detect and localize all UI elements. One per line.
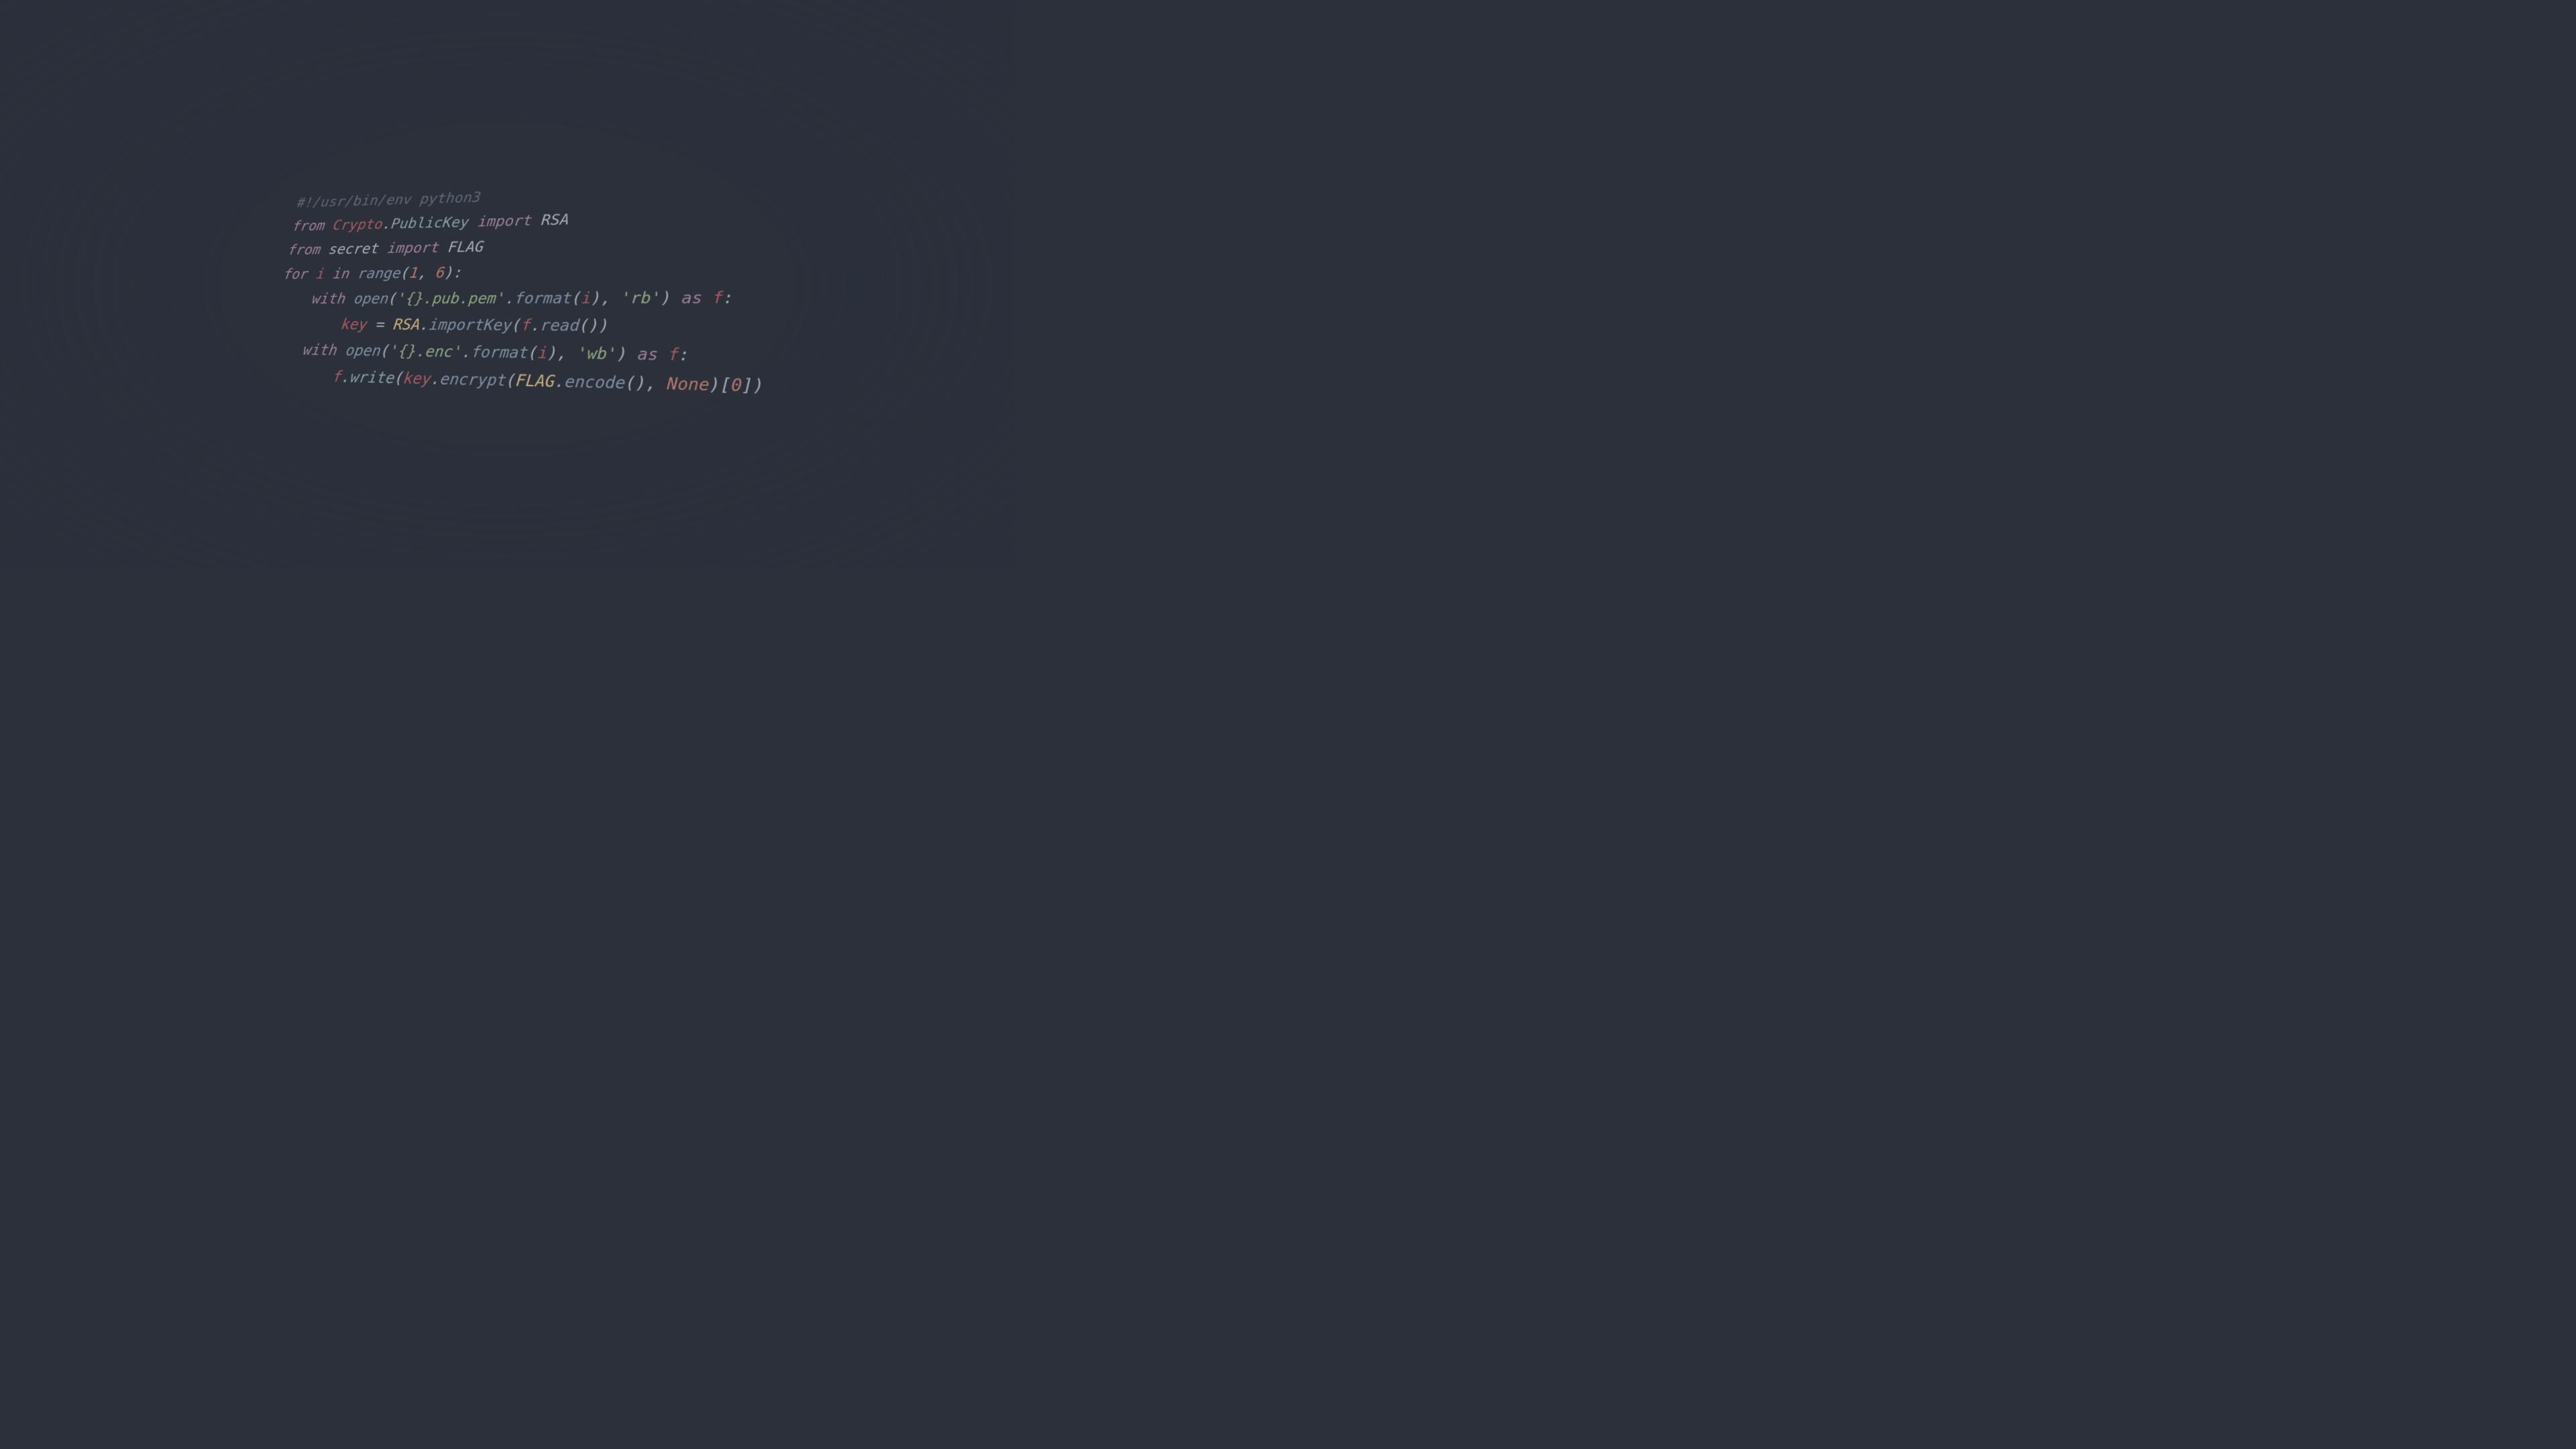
python-code-block: #!/usr/bin/env python3from Crypto.Public… [263, 175, 768, 401]
code-token: '{}.pub.pem' [396, 290, 507, 307]
code-wallpaper-scene: #!/usr/bin/env python3from Crypto.Public… [0, 0, 1014, 570]
code-token: import [468, 212, 542, 231]
code-token: ): [444, 264, 464, 281]
code-token: FLAG [515, 371, 556, 390]
code-token: RSA [541, 211, 570, 229]
code-token: f [668, 345, 680, 364]
code-token: : [678, 345, 690, 364]
code-token: '{}.enc' [388, 342, 464, 361]
code-token: key [402, 369, 432, 388]
code-token: in [323, 265, 360, 282]
code-token: encode [564, 372, 626, 393]
code-token: )[ [709, 375, 731, 395]
code-token: #!/usr/bin/env python3 [296, 189, 482, 211]
code-token: with [302, 341, 347, 360]
code-token: range [357, 265, 402, 282]
code-token: (), [625, 373, 668, 393]
code-token: import [378, 239, 449, 256]
code-token: as [637, 345, 669, 364]
code-token: importKey [428, 316, 513, 334]
code-token: ), [591, 289, 622, 307]
code-token: Crypto [332, 216, 384, 233]
code-token: open [345, 341, 382, 360]
code-token: : [723, 288, 735, 307]
code-token: from [287, 241, 331, 258]
code-token: secret [328, 240, 381, 258]
code-token: with [311, 290, 356, 307]
code-line: with open('{}.pub.pem'.format(i), 'rb') … [277, 284, 766, 312]
code-token: None [667, 374, 710, 394]
code-token: PublicKey [390, 214, 470, 232]
code-token: for [282, 266, 318, 282]
code-token: open [353, 290, 390, 307]
code-token: ()) [579, 317, 610, 335]
code-token: FLAG [447, 238, 485, 256]
code-token: encrypt [439, 370, 507, 390]
code-token: f [712, 288, 724, 307]
code-token: read [540, 316, 580, 335]
code-token: 'rb' [621, 288, 662, 307]
code-token: ), [547, 343, 578, 362]
code-token: key [340, 316, 369, 333]
code-token: ) [661, 288, 682, 307]
code-token: = [366, 316, 395, 333]
code-token: format [471, 343, 530, 362]
code-token: as [681, 288, 712, 307]
code-token: 0 [731, 375, 742, 395]
code-token: , [417, 264, 437, 282]
code-token: 'wb' [576, 344, 618, 364]
code-token: ]) [742, 375, 764, 396]
code-token: write [350, 368, 396, 387]
code-token: RSA [392, 316, 421, 333]
code-token: format [514, 289, 573, 307]
code-token: ) [616, 344, 638, 364]
code-token: from [291, 217, 334, 234]
